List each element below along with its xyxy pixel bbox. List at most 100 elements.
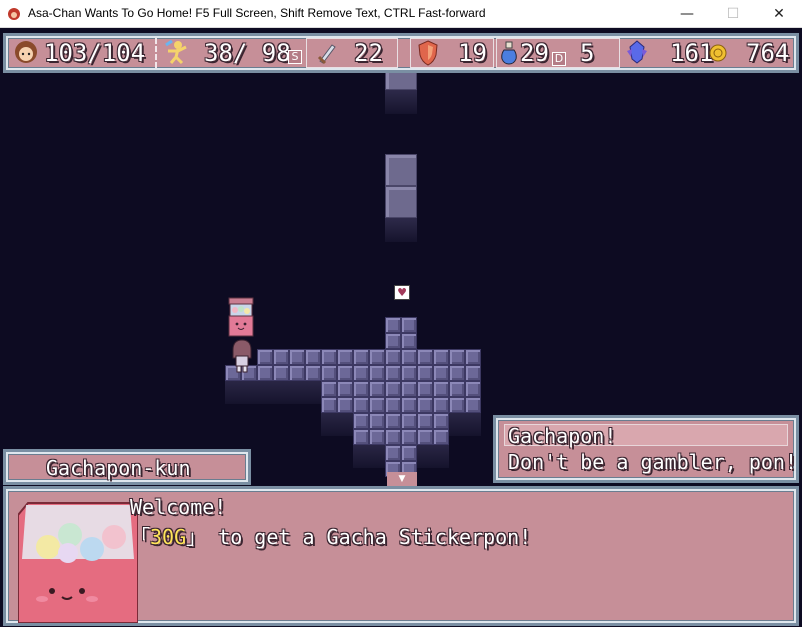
floor-tile (369, 413, 385, 429)
floor-tile (321, 381, 337, 397)
game-screen[interactable]: ♥ ▼ 103/104 38/ 98 S 22 19 29 D 5 161 76… (0, 28, 802, 627)
floor-tile (257, 349, 273, 365)
shield-icon (418, 40, 438, 66)
floor-tile (369, 397, 385, 413)
floor-tile (433, 429, 449, 445)
speech-line-1: Gachapon! (508, 424, 617, 448)
floor-tile (289, 349, 305, 365)
potion-extra-value: 5 (580, 39, 595, 67)
window-title: Asa-Chan Wants To Go Home! F5 Full Scree… (28, 6, 486, 20)
floor-tile (305, 349, 321, 365)
floor-tile (321, 397, 337, 413)
crystals-value: 161 (670, 39, 714, 67)
heart-balloon-icon: ♥ (394, 285, 410, 300)
floor-tile (385, 413, 401, 429)
speech-window: Gachapon! Don't be a gambler, pon! (493, 415, 799, 483)
floor-tile (417, 365, 433, 381)
floor-tile (401, 365, 417, 381)
floor-tile (401, 413, 417, 429)
message-window[interactable]: Welcome! 「30G」 to get a Gacha Stickerpon… (3, 486, 799, 626)
minimize-button[interactable]: — (664, 0, 710, 28)
potion-value: 29 (520, 39, 549, 67)
speech-line-2: Don't be a gambler, pon! (508, 450, 797, 474)
floor-tile (353, 349, 369, 365)
sp-value: 38/ 98 (204, 39, 291, 67)
stone-pillar (385, 154, 417, 186)
floor-tile (417, 413, 433, 429)
floor-tile (321, 349, 337, 365)
floor-tile (385, 429, 401, 445)
gachapon-portrait (18, 502, 138, 623)
floor-tile (273, 365, 289, 381)
bracket-close: 」 (186, 525, 207, 549)
continue-arrow-icon: ▼ (387, 472, 417, 486)
status-hud: 103/104 38/ 98 S 22 19 29 D 5 161 764 (3, 33, 799, 73)
floor-tile (369, 365, 385, 381)
message-rest: to get a Gacha Stickerpon! (206, 525, 532, 549)
floor-tile (369, 429, 385, 445)
floor-tile (305, 365, 321, 381)
floor-tile (401, 349, 417, 365)
floor-tile (401, 429, 417, 445)
wall-shadow (385, 90, 417, 114)
hp-value: 103/104 (44, 39, 146, 67)
close-button[interactable]: ✕ (756, 0, 802, 28)
maximize-button[interactable]: ☐ (710, 0, 756, 28)
floor-tile (401, 397, 417, 413)
floor-tile (433, 349, 449, 365)
stone-pillar (385, 186, 417, 218)
face-icon (15, 41, 37, 63)
floor-tile (385, 445, 401, 461)
attack-value: 22 (354, 39, 383, 67)
floor-tile (417, 429, 433, 445)
floor-tile (385, 317, 401, 333)
floor-tile (337, 365, 353, 381)
floor-tile (449, 349, 465, 365)
floor-tile (273, 349, 289, 365)
floor-tile (289, 365, 305, 381)
message-line-1: Welcome! (130, 495, 227, 519)
floor-tile (385, 349, 401, 365)
floor-tile (257, 365, 273, 381)
floor-tile (353, 413, 369, 429)
window-titlebar: Asa-Chan Wants To Go Home! F5 Full Scree… (0, 0, 802, 28)
floor-tile (385, 397, 401, 413)
floor-tile (465, 381, 481, 397)
floor-tile (321, 365, 337, 381)
floor-tile (417, 397, 433, 413)
floor-tile (353, 429, 369, 445)
app-icon (8, 8, 20, 20)
hud-separator (155, 38, 157, 68)
message-line-2: 「30G」 to get a Gacha Stickerpon! (130, 521, 531, 550)
floor-tile (433, 397, 449, 413)
floor-tile (433, 365, 449, 381)
floor-tile (369, 349, 385, 365)
floor-tile (353, 365, 369, 381)
floor-tile (353, 397, 369, 413)
floor-tile (385, 365, 401, 381)
floor-tile (417, 349, 433, 365)
player-character-sprite (232, 339, 252, 373)
floor-tile (337, 381, 353, 397)
gold-coin-icon (709, 44, 727, 62)
floor-tile (401, 445, 417, 461)
floor-tile (337, 349, 353, 365)
floor-tile (433, 381, 449, 397)
defense-value: 19 (458, 39, 487, 67)
sp-tag: S (288, 50, 302, 64)
gachapon-machine-sprite[interactable] (225, 296, 257, 340)
speaker-name-window: Gachapon-kun (3, 449, 251, 485)
floor-tile (337, 397, 353, 413)
wall-shadow (385, 218, 417, 242)
crystal-icon (627, 40, 647, 64)
potion-icon (501, 41, 517, 65)
floor-tile (353, 381, 369, 397)
floor-tile (433, 413, 449, 429)
gold-value: 764 (746, 39, 790, 67)
floor-tile (449, 397, 465, 413)
floor-tile (417, 381, 433, 397)
floor-tile (385, 333, 401, 349)
floor-tile (369, 381, 385, 397)
floor-tile (385, 381, 401, 397)
speaker-name: Gachapon-kun (46, 456, 191, 480)
